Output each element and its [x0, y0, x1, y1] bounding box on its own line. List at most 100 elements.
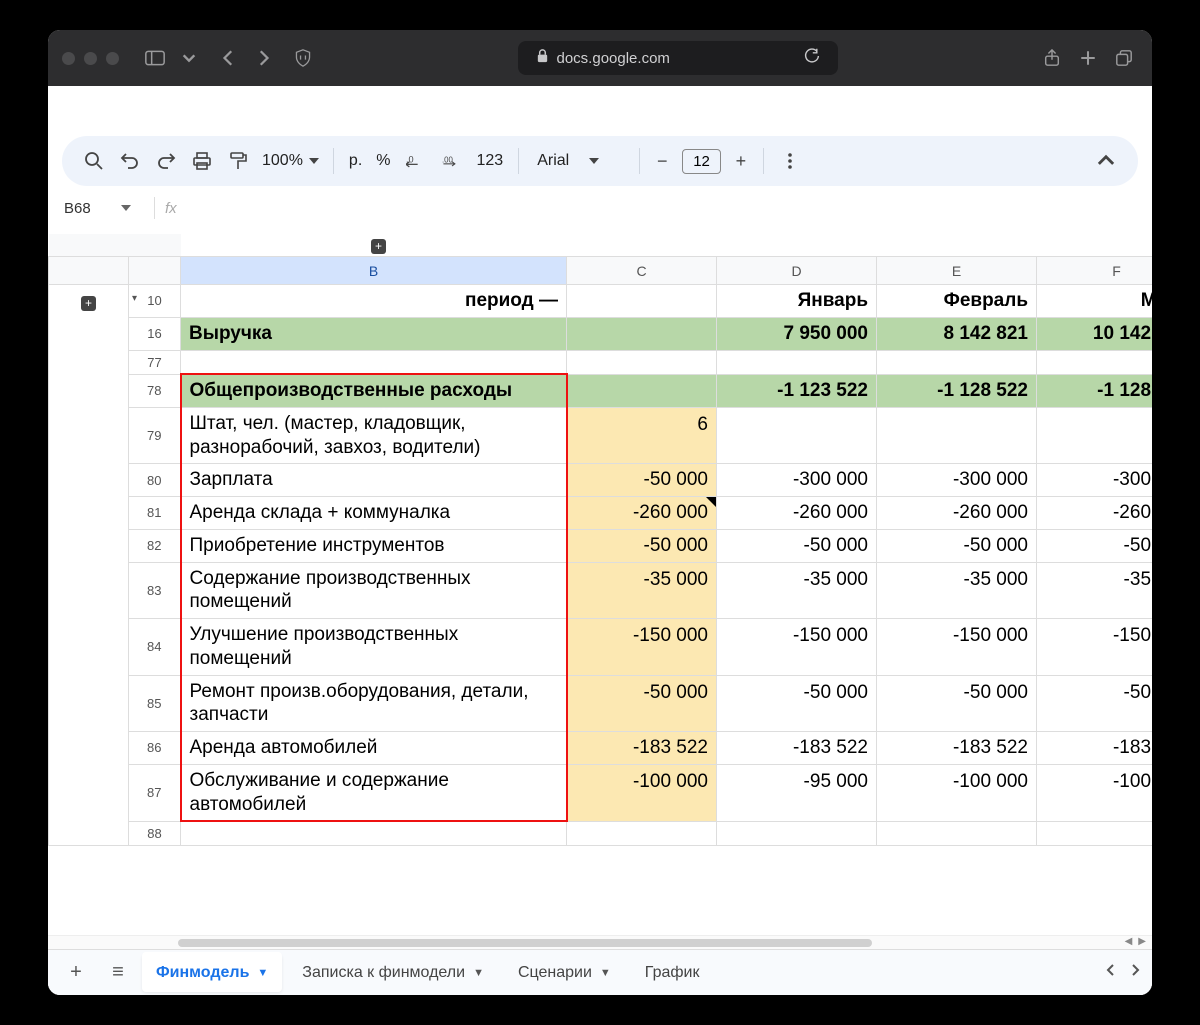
- font-size-input[interactable]: 12: [682, 149, 721, 174]
- cell[interactable]: Ремонт произв.оборудования, детали, запч…: [181, 675, 567, 732]
- cell[interactable]: Улучшение производственных помещений: [181, 619, 567, 676]
- cell[interactable]: -260 000: [567, 497, 717, 530]
- more-tools-icon[interactable]: [774, 145, 806, 177]
- cell[interactable]: -260 000: [1037, 497, 1153, 530]
- cell[interactable]: -50 000: [877, 675, 1037, 732]
- cell[interactable]: Аренда автомобилей: [181, 732, 567, 765]
- row-num[interactable]: 79: [129, 407, 181, 464]
- all-sheets-button[interactable]: ≡: [100, 955, 136, 991]
- more-formats[interactable]: 123: [472, 152, 509, 170]
- percent-format[interactable]: %: [371, 152, 395, 170]
- increase-decimal-icon[interactable]: .00: [436, 145, 468, 177]
- decrease-font-size[interactable]: −: [650, 149, 674, 173]
- zoom-select[interactable]: 100%: [258, 152, 323, 170]
- cell[interactable]: [567, 374, 717, 407]
- spreadsheet-grid[interactable]: + B C D E F + 10 период — Январь: [48, 222, 1152, 935]
- cell[interactable]: -183 522: [877, 732, 1037, 765]
- cell[interactable]: [717, 350, 877, 374]
- col-header-b[interactable]: B: [181, 257, 567, 285]
- cell[interactable]: -150 000: [1037, 619, 1153, 676]
- reload-icon[interactable]: [804, 48, 820, 68]
- cell[interactable]: -50 000: [717, 529, 877, 562]
- cell[interactable]: Январь: [717, 285, 877, 318]
- cell[interactable]: Обслуживание и содержание автомобилей: [181, 764, 567, 821]
- cell[interactable]: -35 000: [567, 562, 717, 619]
- forward-button[interactable]: [249, 44, 277, 72]
- print-icon[interactable]: [186, 145, 218, 177]
- font-select[interactable]: Arial: [529, 152, 629, 170]
- cell[interactable]: Содержание производственных помещений: [181, 562, 567, 619]
- currency-format[interactable]: р.: [344, 152, 367, 170]
- cell[interactable]: [567, 285, 717, 318]
- col-header-f[interactable]: F: [1037, 257, 1153, 285]
- cell[interactable]: -50 000: [1037, 675, 1153, 732]
- cell[interactable]: -50 000: [1037, 529, 1153, 562]
- cell[interactable]: -1 128 522: [1037, 374, 1153, 407]
- cell[interactable]: 7 950 000: [717, 317, 877, 350]
- cell[interactable]: -100 000: [567, 764, 717, 821]
- sheet-tab-active[interactable]: Финмодель▼: [142, 954, 282, 992]
- add-sheet-button[interactable]: +: [58, 955, 94, 991]
- cell[interactable]: -183 522: [567, 732, 717, 765]
- cell[interactable]: -150 000: [877, 619, 1037, 676]
- share-icon[interactable]: [1038, 44, 1066, 72]
- maximize-window[interactable]: [106, 52, 119, 65]
- cell[interactable]: [877, 350, 1037, 374]
- row-num[interactable]: 77: [129, 350, 181, 374]
- cell[interactable]: [1037, 821, 1153, 845]
- cell[interactable]: [567, 317, 717, 350]
- cell[interactable]: -183 522: [1037, 732, 1153, 765]
- cell[interactable]: Штат, чел. (мастер, кладовщик, разнорабо…: [181, 407, 567, 464]
- cell[interactable]: -50 000: [567, 529, 717, 562]
- cell[interactable]: -100 000: [1037, 764, 1153, 821]
- decrease-decimal-icon[interactable]: .0: [400, 145, 432, 177]
- cell[interactable]: -1 128 522: [877, 374, 1037, 407]
- sheet-tab[interactable]: График: [631, 954, 714, 992]
- cell[interactable]: -300 000: [717, 464, 877, 497]
- cell[interactable]: 8 142 821: [877, 317, 1037, 350]
- scroll-thumb[interactable]: [178, 939, 872, 947]
- column-group-toggle[interactable]: +: [371, 239, 386, 254]
- redo-icon[interactable]: [150, 145, 182, 177]
- cell[interactable]: -50 000: [567, 675, 717, 732]
- cell[interactable]: -150 000: [717, 619, 877, 676]
- search-icon[interactable]: [78, 145, 110, 177]
- tab-scroll-right[interactable]: [1128, 963, 1142, 982]
- cell[interactable]: [717, 407, 877, 464]
- cell[interactable]: Зарплата: [181, 464, 567, 497]
- shield-icon[interactable]: [289, 44, 317, 72]
- cell[interactable]: -100 000: [877, 764, 1037, 821]
- cell[interactable]: -35 000: [717, 562, 877, 619]
- col-header-e[interactable]: E: [877, 257, 1037, 285]
- cell[interactable]: 6: [567, 407, 717, 464]
- cell[interactable]: [181, 821, 567, 845]
- cell[interactable]: [181, 350, 567, 374]
- cell[interactable]: -300 000: [877, 464, 1037, 497]
- row-num[interactable]: 82: [129, 529, 181, 562]
- cell[interactable]: Аренда склада + коммуналка: [181, 497, 567, 530]
- cell[interactable]: -1 123 522: [717, 374, 877, 407]
- cell[interactable]: -35 000: [1037, 562, 1153, 619]
- paint-format-icon[interactable]: [222, 145, 254, 177]
- row-num[interactable]: 86: [129, 732, 181, 765]
- horizontal-scrollbar[interactable]: ◀▶: [48, 935, 1152, 949]
- sheet-tab[interactable]: Записка к финмодели▼: [288, 954, 498, 992]
- cell[interactable]: -260 000: [717, 497, 877, 530]
- cell[interactable]: [877, 407, 1037, 464]
- cell[interactable]: [1037, 407, 1153, 464]
- row-num[interactable]: 88: [129, 821, 181, 845]
- cell[interactable]: -150 000: [567, 619, 717, 676]
- cell[interactable]: 10 142 821: [1037, 317, 1153, 350]
- new-tab-icon[interactable]: [1074, 44, 1102, 72]
- cell[interactable]: -260 000: [877, 497, 1037, 530]
- cell[interactable]: -50 000: [567, 464, 717, 497]
- cell[interactable]: [877, 821, 1037, 845]
- row-num[interactable]: 84: [129, 619, 181, 676]
- cell[interactable]: Февраль: [877, 285, 1037, 318]
- col-header-c[interactable]: C: [567, 257, 717, 285]
- cell[interactable]: Март: [1037, 285, 1153, 318]
- undo-icon[interactable]: [114, 145, 146, 177]
- sheet-tab[interactable]: Сценарии▼: [504, 954, 625, 992]
- tab-scroll-left[interactable]: [1104, 963, 1118, 982]
- row-num[interactable]: 85: [129, 675, 181, 732]
